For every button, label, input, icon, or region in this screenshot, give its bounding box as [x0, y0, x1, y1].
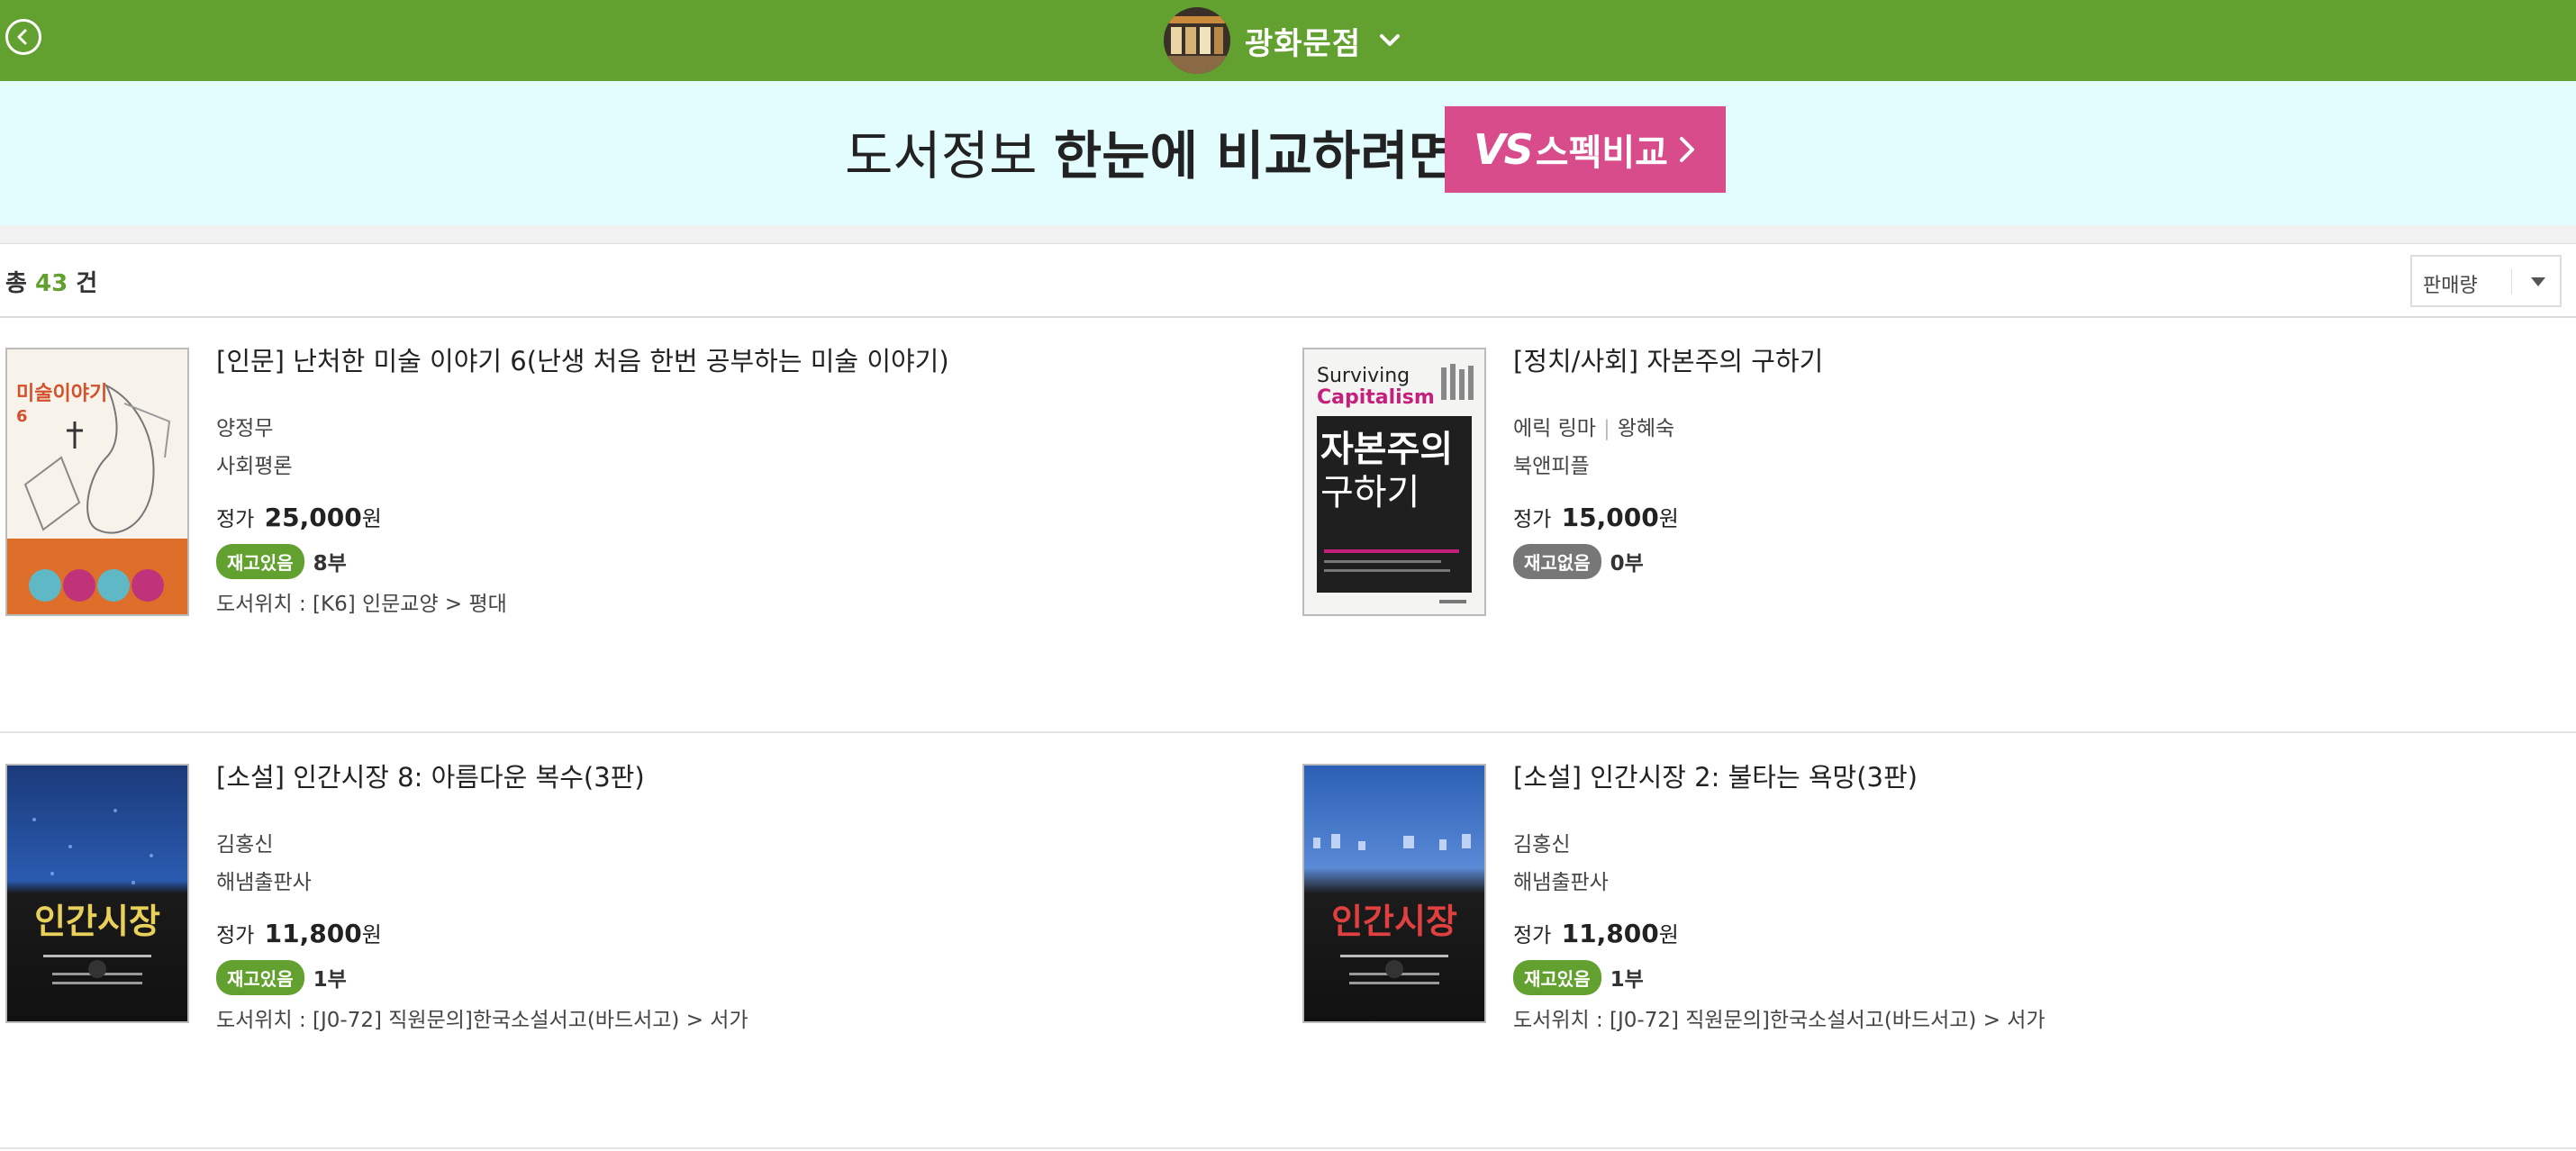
book-cover[interactable]: 미술이야기 6	[5, 348, 189, 616]
cover-title-en2: Capitalism	[1317, 386, 1435, 409]
price-amount: 15,000	[1561, 503, 1659, 532]
price-label: 정가	[216, 924, 255, 947]
stock-info: 재고있음 1부	[216, 959, 748, 995]
book-price: 정가 15,000원	[1513, 501, 1823, 532]
stock-qty: 1부	[313, 968, 347, 992]
book-author[interactable]: 김홍신	[1513, 827, 2045, 857]
banner-text-bold: 한눈에 비교하려면	[1053, 125, 1456, 186]
book-price: 정가 11,800원	[1513, 917, 2045, 948]
book-location: 도서위치 : [J0-72] 직원문의]한국소설서고(바드서고) > 서가	[1513, 1009, 2045, 1032]
book-location: 도서위치 : [J0-72] 직원문의]한국소설서고(바드서고) > 서가	[216, 1009, 748, 1032]
chevron-left-icon	[17, 29, 27, 45]
count-suffix: 건	[76, 270, 98, 297]
spec-compare-label: 스펙비교	[1535, 132, 1668, 174]
book-location: 도서위치 : [K6] 인문교양 > 평대	[216, 593, 507, 616]
book-item[interactable]: 인간시장 [소설] 인간시장 8: 아름다운 복수(3판) 김홍신 해냄출판사 …	[0, 735, 1261, 1032]
spec-compare-banner[interactable]: 도서정보 한눈에 비교하려면 VS 스펙비교	[0, 81, 2576, 225]
cover-title-ko1: 자본주의	[1320, 429, 1453, 470]
cover-title: 인간시장	[34, 902, 160, 941]
stock-qty: 0부	[1610, 552, 1644, 576]
chevron-down-icon[interactable]	[1377, 28, 1402, 53]
section-divider	[0, 225, 2576, 244]
sort-label: 판매량	[2423, 275, 2478, 297]
book-info: [정치/사회] 자본주의 구하기 에릭 링마 | 왕혜숙 북앤피플 정가 15,00…	[1513, 340, 1823, 579]
book-title[interactable]: [정치/사회] 자본주의 구하기	[1513, 340, 1823, 378]
book-info: [인문] 난처한 미술 이야기 6(난생 처음 한번 공부하는 미술 이야기) …	[216, 340, 949, 617]
book-item[interactable]: 미술이야기 6 [인문] 난처한 미술 이야기 6(난생 처음 한번 공부하는 …	[0, 319, 1261, 616]
cover-title: 인간시장	[1331, 902, 1457, 941]
book-price: 정가 25,000원	[216, 501, 949, 532]
price-currency: 원	[361, 922, 382, 947]
price-amount: 25,000	[264, 503, 362, 532]
store-avatar	[1164, 7, 1230, 74]
caret-down-icon	[2531, 277, 2545, 286]
spec-compare-button[interactable]: VS 스펙비교	[1445, 106, 1726, 193]
count-prefix: 총	[5, 270, 27, 297]
stock-qty: 8부	[313, 552, 347, 576]
stock-qty: 1부	[1610, 968, 1644, 992]
book-publisher[interactable]: 해냄출판사	[216, 865, 748, 895]
store-name[interactable]: 광화문점	[1245, 19, 1361, 63]
row-divider	[0, 1147, 2576, 1149]
vs-logo: VS	[1474, 125, 1534, 174]
book-price: 정가 11,800원	[216, 917, 748, 948]
top-bar: 광화문점	[0, 0, 2576, 81]
book-title[interactable]: [소설] 인간시장 8: 아름다운 복수(3판)	[216, 757, 748, 794]
book-cover[interactable]: 인간시장	[5, 764, 189, 1023]
stock-info: 재고없음 0부	[1513, 543, 1823, 579]
book-cover[interactable]: Surviving Capitalism 자본주의 구하기	[1302, 348, 1486, 616]
result-count: 총 43 건	[5, 265, 97, 298]
translator-name[interactable]: 왕혜숙	[1618, 417, 1674, 440]
stock-badge: 재고있음	[216, 959, 304, 995]
price-label: 정가	[1513, 924, 1552, 947]
price-label: 정가	[216, 508, 255, 531]
book-publisher[interactable]: 북앤피플	[1513, 449, 1823, 479]
cover-number: 6	[16, 407, 28, 426]
back-button[interactable]	[5, 19, 41, 55]
book-info: [소설] 인간시장 8: 아름다운 복수(3판) 김홍신 해냄출판사 정가 11…	[216, 757, 748, 1033]
cover-title: 미술이야기	[16, 383, 107, 405]
banner-text: 도서정보 한눈에 비교하려면	[845, 115, 1456, 196]
count-number: 43	[34, 270, 68, 297]
stock-badge: 재고있음	[1513, 959, 1601, 995]
banner-text-light: 도서정보	[845, 125, 1038, 186]
price-currency: 원	[1658, 922, 1679, 947]
book-title[interactable]: [소설] 인간시장 2: 불타는 욕망(3판)	[1513, 757, 2045, 794]
book-cover[interactable]: 인간시장	[1302, 764, 1486, 1023]
stock-badge: 재고있음	[216, 543, 304, 579]
book-item[interactable]: 인간시장 [소설] 인간시장 2: 불타는 욕망(3판) 김홍신 해냄출판사 정…	[1297, 735, 2558, 1032]
stock-info: 재고있음 1부	[1513, 959, 2045, 995]
book-author: 에릭 링마 | 왕혜숙	[1513, 411, 1823, 441]
price-label: 정가	[1513, 508, 1552, 531]
price-currency: 원	[1658, 506, 1679, 531]
author-name[interactable]: 에릭 링마	[1513, 417, 1596, 440]
stock-info: 재고있음 8부	[216, 543, 949, 579]
stock-badge: 재고없음	[1513, 543, 1601, 579]
row-divider	[0, 731, 2576, 733]
cover-title-en1: Surviving	[1317, 365, 1410, 387]
price-amount: 11,800	[1561, 919, 1659, 948]
price-currency: 원	[361, 506, 382, 531]
chevron-right-icon	[1679, 137, 1694, 162]
book-info: [소설] 인간시장 2: 불타는 욕망(3판) 김홍신 해냄출판사 정가 11,…	[1513, 757, 2045, 1033]
book-author[interactable]: 양정무	[216, 411, 949, 441]
book-title[interactable]: [인문] 난처한 미술 이야기 6(난생 처음 한번 공부하는 미술 이야기)	[216, 340, 949, 378]
sort-separator	[2511, 269, 2512, 295]
cover-title-ko2: 구하기	[1320, 472, 1420, 513]
book-publisher[interactable]: 사회평론	[216, 449, 949, 479]
store-selector[interactable]: 광화문점	[1164, 7, 1402, 74]
book-author[interactable]: 김홍신	[216, 827, 748, 857]
book-publisher[interactable]: 해냄출판사	[1513, 865, 2045, 895]
author-separator: |	[1602, 417, 1610, 440]
price-amount: 11,800	[264, 919, 362, 948]
book-item[interactable]: Surviving Capitalism 자본주의 구하기 [정치/사회] 자본…	[1297, 319, 2558, 616]
sort-select[interactable]: 판매량	[2410, 255, 2562, 307]
result-toolbar: 총 43 건 판매량	[0, 244, 2576, 318]
